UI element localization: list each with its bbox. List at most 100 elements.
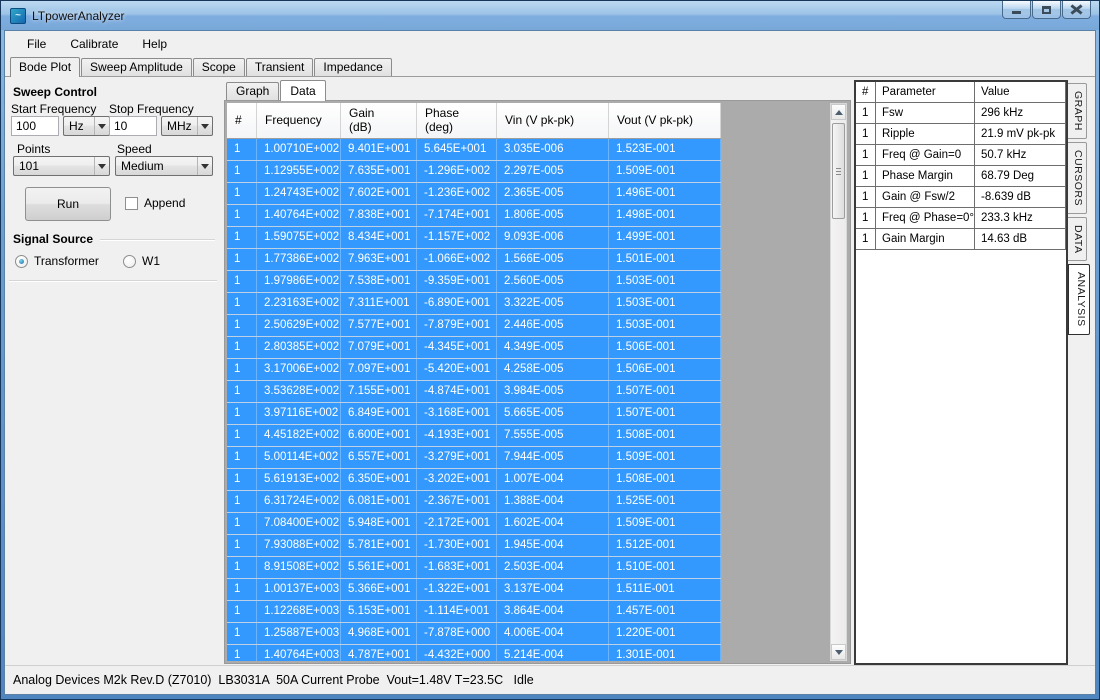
tab-transient[interactable]: Transient xyxy=(246,58,314,76)
table-row[interactable]: 1Gain Margin14.63 dB xyxy=(856,229,1066,250)
side-tab-data[interactable]: DATA xyxy=(1068,217,1087,261)
menu-file[interactable]: File xyxy=(15,33,58,55)
table-row[interactable]: 1Freq @ Phase=0°233.3 kHz xyxy=(856,208,1066,229)
side-tab-analysis[interactable]: ANALYSIS xyxy=(1068,264,1090,335)
side-tab-cursors[interactable]: CURSORS xyxy=(1068,142,1087,214)
table-cell: 1 xyxy=(227,513,257,534)
side-tab-graph[interactable]: GRAPH xyxy=(1068,83,1087,139)
table-cell: Ripple xyxy=(876,124,975,144)
table-cell: 1 xyxy=(227,469,257,490)
table-cell: 1 xyxy=(856,166,876,186)
col-header-index[interactable]: # xyxy=(227,103,257,138)
radio-transformer[interactable]: Transformer xyxy=(15,254,99,268)
table-row[interactable]: 17.93088E+0025.781E+001-1.730E+0011.945E… xyxy=(227,535,721,557)
table-cell: 1 xyxy=(227,645,257,661)
table-row[interactable]: 13.17006E+0027.097E+001-5.420E+0014.258E… xyxy=(227,359,721,381)
table-row[interactable]: 18.91508E+0025.561E+001-1.683E+0012.503E… xyxy=(227,557,721,579)
table-row[interactable]: 11.12955E+0027.635E+001-1.296E+0022.297E… xyxy=(227,161,721,183)
table-row[interactable]: 15.61913E+0026.350E+001-3.202E+0011.007E… xyxy=(227,469,721,491)
data-grid-panel: # Frequency Gain (dB) Phase (deg) Vin (V… xyxy=(224,100,851,664)
start-frequency-unit-select[interactable]: Hz xyxy=(63,116,110,136)
menu-calibrate[interactable]: Calibrate xyxy=(58,33,130,55)
scroll-up-button[interactable] xyxy=(831,104,846,120)
vertical-scrollbar[interactable] xyxy=(830,103,847,661)
analysis-col-parameter: Parameter xyxy=(876,82,975,102)
table-row[interactable]: 1Ripple21.9 mV pk-pk xyxy=(856,124,1066,145)
table-cell: 7.555E-005 xyxy=(497,425,609,446)
table-cell: 1.509E-001 xyxy=(609,513,721,534)
table-row[interactable]: 11.40764E+0027.838E+001-7.174E+0011.806E… xyxy=(227,205,721,227)
table-row[interactable]: 17.08400E+0025.948E+001-2.172E+0011.602E… xyxy=(227,513,721,535)
table-cell: -1.066E+002 xyxy=(417,249,497,270)
tab-sweep-amplitude[interactable]: Sweep Amplitude xyxy=(81,58,192,76)
table-cell: 6.557E+001 xyxy=(341,447,417,468)
close-button[interactable] xyxy=(1062,1,1091,19)
table-row[interactable]: 11.59075E+0028.434E+001-1.157E+0029.093E… xyxy=(227,227,721,249)
stop-frequency-unit-select[interactable]: MHz xyxy=(161,116,213,136)
table-cell: 21.9 mV pk-pk xyxy=(975,124,1066,144)
table-row[interactable]: 14.45182E+0026.600E+001-4.193E+0017.555E… xyxy=(227,425,721,447)
col-header-gain[interactable]: Gain (dB) xyxy=(341,103,417,138)
stop-frequency-input[interactable] xyxy=(109,116,157,136)
scroll-down-button[interactable] xyxy=(831,644,846,660)
analysis-col-value: Value xyxy=(975,82,1066,102)
table-row[interactable]: 1Freq @ Gain=050.7 kHz xyxy=(856,145,1066,166)
table-row[interactable]: 12.23163E+0027.311E+001-6.890E+0013.322E… xyxy=(227,293,721,315)
col-header-vin[interactable]: Vin (V pk-pk) xyxy=(497,103,609,138)
col-header-phase[interactable]: Phase (deg) xyxy=(417,103,497,138)
table-row[interactable]: 11.77386E+0027.963E+001-1.066E+0021.566E… xyxy=(227,249,721,271)
table-row[interactable]: 11.25887E+0034.968E+001-7.878E+0004.006E… xyxy=(227,623,721,645)
table-cell: 7.602E+001 xyxy=(341,183,417,204)
table-cell: -3.168E+001 xyxy=(417,403,497,424)
table-row[interactable]: 16.31724E+0026.081E+001-2.367E+0011.388E… xyxy=(227,491,721,513)
table-cell: 1.512E-001 xyxy=(609,535,721,556)
table-cell: -3.202E+001 xyxy=(417,469,497,490)
table-cell: Gain @ Fsw/2 xyxy=(876,187,975,207)
radio-w1[interactable]: W1 xyxy=(123,254,160,268)
table-row[interactable]: 11.00137E+0035.366E+001-1.322E+0013.137E… xyxy=(227,579,721,601)
table-cell: 1.506E-001 xyxy=(609,359,721,380)
table-cell: 6.081E+001 xyxy=(341,491,417,512)
speed-select[interactable]: Medium xyxy=(115,156,213,176)
table-cell: -1.322E+001 xyxy=(417,579,497,600)
table-row[interactable]: 13.97116E+0026.849E+001-3.168E+0015.665E… xyxy=(227,403,721,425)
table-cell: 7.08400E+002 xyxy=(257,513,341,534)
app-icon: ~ xyxy=(10,8,26,24)
start-frequency-input[interactable] xyxy=(11,116,59,136)
table-row[interactable]: 12.80385E+0027.079E+001-4.345E+0014.349E… xyxy=(227,337,721,359)
append-checkbox[interactable]: Append xyxy=(125,196,185,210)
tab-scope[interactable]: Scope xyxy=(193,58,245,76)
table-row[interactable]: 1Gain @ Fsw/2-8.639 dB xyxy=(856,187,1066,208)
table-row[interactable]: 11.12268E+0035.153E+001-1.114E+0013.864E… xyxy=(227,601,721,623)
tab-bode-plot[interactable]: Bode Plot xyxy=(10,57,80,77)
table-cell: 4.45182E+002 xyxy=(257,425,341,446)
menu-help[interactable]: Help xyxy=(130,33,179,55)
tab-graph[interactable]: Graph xyxy=(226,82,279,101)
table-row[interactable]: 11.40764E+0034.787E+001-4.432E+0005.214E… xyxy=(227,645,721,661)
table-row[interactable]: 11.97986E+0027.538E+001-9.359E+0012.560E… xyxy=(227,271,721,293)
chevron-down-icon xyxy=(197,117,212,135)
col-header-frequency[interactable]: Frequency xyxy=(257,103,341,138)
run-button[interactable]: Run xyxy=(25,187,111,221)
scrollbar-thumb[interactable] xyxy=(832,123,845,219)
maximize-button[interactable] xyxy=(1032,1,1061,19)
table-row[interactable]: 12.50629E+0027.577E+001-7.879E+0012.446E… xyxy=(227,315,721,337)
table-row[interactable]: 15.00114E+0026.557E+001-3.279E+0017.944E… xyxy=(227,447,721,469)
titlebar[interactable]: ~ LTpowerAnalyzer xyxy=(1,1,1099,30)
stop-frequency-label: Stop Frequency xyxy=(109,102,194,116)
table-row[interactable]: 11.24743E+0027.602E+001-1.236E+0022.365E… xyxy=(227,183,721,205)
table-cell: 1.388E-004 xyxy=(497,491,609,512)
table-cell: 5.645E+001 xyxy=(417,139,497,160)
col-header-vout[interactable]: Vout (V pk-pk) xyxy=(609,103,721,138)
table-cell: 1 xyxy=(227,359,257,380)
tab-impedance[interactable]: Impedance xyxy=(314,58,391,76)
points-select[interactable]: 101 xyxy=(13,156,110,176)
table-cell: 1.40764E+002 xyxy=(257,205,341,226)
tab-data[interactable]: Data xyxy=(280,80,325,101)
table-row[interactable]: 11.00710E+0029.401E+0015.645E+0013.035E-… xyxy=(227,139,721,161)
minimize-button[interactable] xyxy=(1002,1,1031,19)
table-row[interactable]: 13.53628E+0027.155E+001-4.874E+0013.984E… xyxy=(227,381,721,403)
table-row[interactable]: 1Fsw296 kHz xyxy=(856,103,1066,124)
table-row[interactable]: 1Phase Margin68.79 Deg xyxy=(856,166,1066,187)
table-cell: 1.77386E+002 xyxy=(257,249,341,270)
